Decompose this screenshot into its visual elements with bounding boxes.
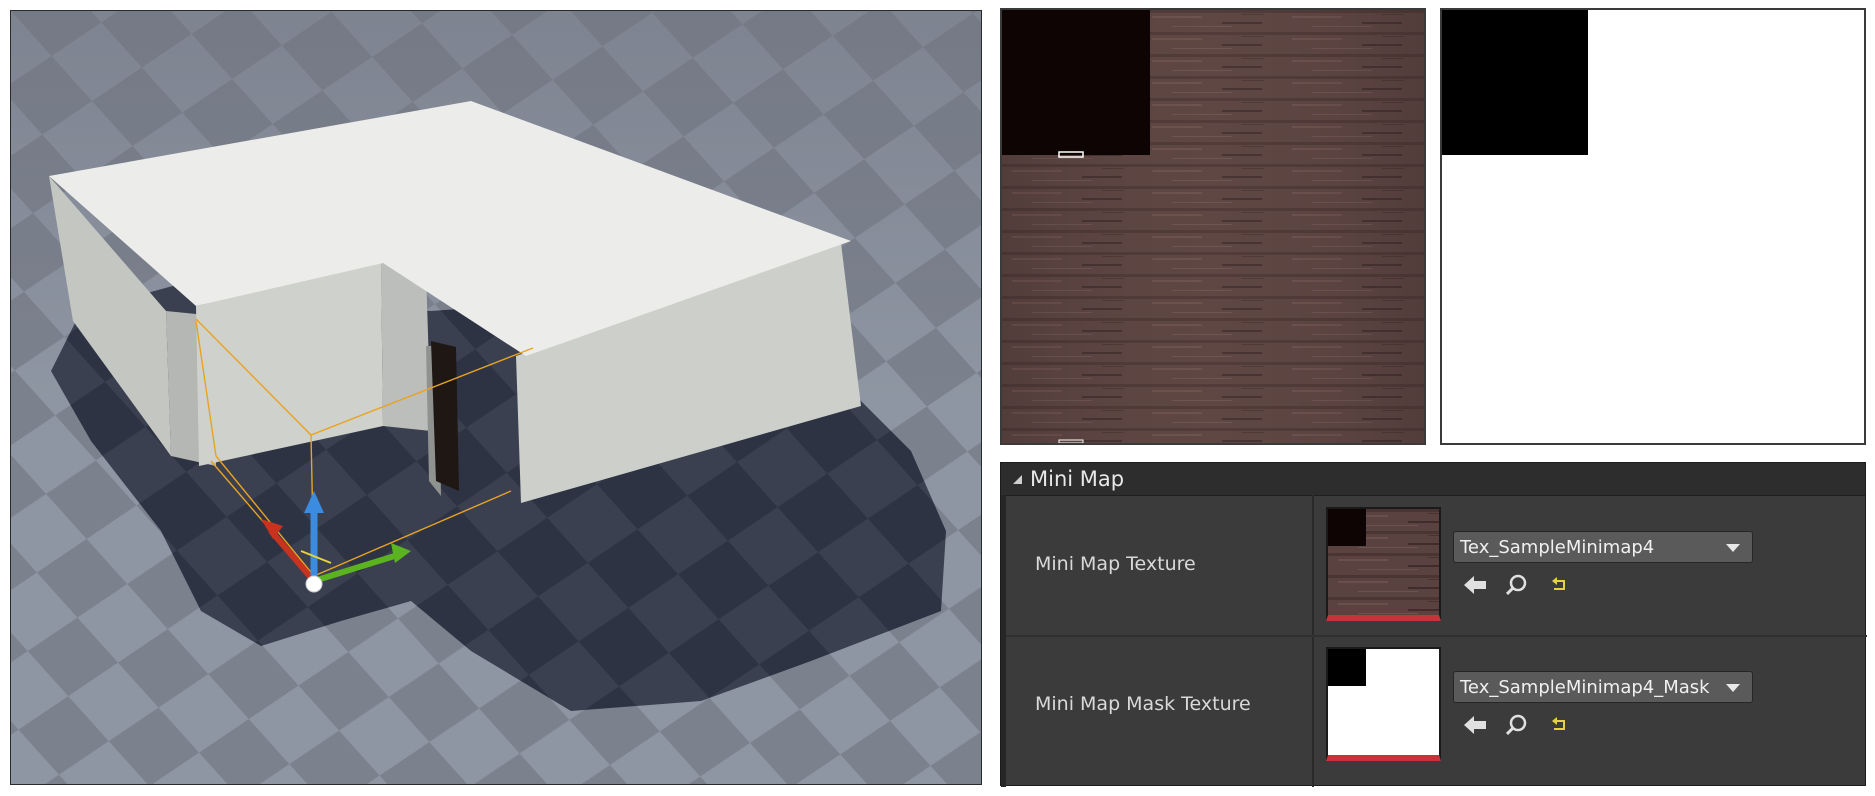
use-selected-arrow-icon[interactable] xyxy=(1463,573,1487,597)
column-divider[interactable] xyxy=(1312,495,1314,787)
indent-bar xyxy=(1001,495,1006,787)
browse-magnifier-icon[interactable] xyxy=(1505,713,1529,737)
asset-thumbnail-minimap-texture[interactable] xyxy=(1326,507,1441,621)
dropdown-arrow-icon xyxy=(1726,544,1740,552)
minimap-mask-preview xyxy=(1440,8,1866,445)
asset-action-icons xyxy=(1463,713,1571,737)
property-label-minimap-mask-texture: Mini Map Mask Texture xyxy=(1035,693,1251,715)
reset-to-default-icon[interactable] xyxy=(1547,713,1571,737)
viewport-scene xyxy=(11,11,981,784)
reset-to-default-icon[interactable] xyxy=(1547,573,1571,597)
browse-magnifier-icon[interactable] xyxy=(1505,573,1529,597)
asset-thumbnail-minimap-mask-texture[interactable] xyxy=(1326,647,1441,761)
wood-texture-image xyxy=(1002,10,1424,443)
asset-picker-minimap-texture[interactable]: Tex_SampleMinimap4 xyxy=(1453,531,1753,563)
mask-texture-thumbnail xyxy=(1328,649,1439,755)
minimap-texture-preview xyxy=(1000,8,1426,445)
collapse-arrow-icon[interactable] xyxy=(1013,474,1022,484)
category-title: Mini Map xyxy=(1030,467,1125,491)
category-header-minimap[interactable]: Mini Map xyxy=(1001,463,1865,496)
wood-texture-thumbnail xyxy=(1328,509,1439,615)
asset-action-icons xyxy=(1463,573,1571,597)
dropdown-arrow-icon xyxy=(1726,684,1740,692)
details-panel: Mini Map Mini Map Texture Tex_SampleMini… xyxy=(1000,462,1867,787)
level-viewport[interactable] xyxy=(10,10,982,785)
asset-picker-minimap-mask-texture[interactable]: Tex_SampleMinimap4_Mask xyxy=(1453,671,1753,703)
asset-name: Tex_SampleMinimap4_Mask xyxy=(1460,676,1710,698)
row-divider xyxy=(1006,635,1867,637)
asset-name: Tex_SampleMinimap4 xyxy=(1460,536,1655,558)
use-selected-arrow-icon[interactable] xyxy=(1463,713,1487,737)
mask-texture-image xyxy=(1442,10,1864,443)
property-label-minimap-texture: Mini Map Texture xyxy=(1035,553,1196,575)
